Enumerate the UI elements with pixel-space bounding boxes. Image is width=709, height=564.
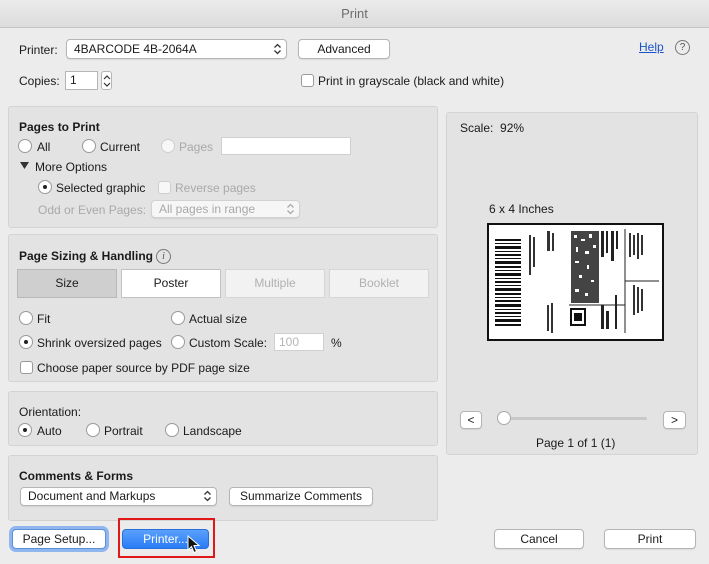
selected-graphic-label: Selected graphic [56,181,146,195]
cancel-button[interactable]: Cancel [494,529,584,549]
shrink-oversized-label: Shrink oversized pages [37,336,162,350]
pages-range-input[interactable] [221,137,351,155]
odd-even-select[interactable]: All pages in range [151,200,300,218]
stepper-arrows-icon [103,75,111,87]
tab-poster-label: Poster [153,276,189,290]
next-page-button[interactable]: > [663,411,686,429]
tab-size-label: Size [55,276,79,290]
orientation-auto-label: Auto [37,424,62,438]
custom-scale-label: Custom Scale: [189,336,268,350]
pages-to-print-title: Pages to Print [19,120,100,134]
orientation-landscape-label: Landscape [183,424,242,438]
page-setup-label: Page Setup... [22,532,96,546]
print-button-label: Print [637,532,663,546]
pages-current-label: Current [100,140,141,154]
help-link[interactable]: Help [639,40,664,54]
summarize-comments-button[interactable]: Summarize Comments [229,487,373,506]
odd-even-label: Odd or Even Pages: [38,203,147,217]
paper-source-label: Choose paper source by PDF page size [37,361,250,375]
pages-range-radio[interactable] [161,139,175,153]
advanced-button[interactable]: Advanced [298,39,390,59]
comments-forms-value: Document and Markups [28,489,156,503]
next-page-glyph: > [670,413,678,427]
paper-source-checkbox[interactable] [20,361,33,374]
tab-booklet-label: Booklet [358,276,400,290]
more-options-label[interactable]: More Options [35,160,107,174]
comments-forms-select[interactable]: Document and Markups [20,487,217,506]
help-question-icon[interactable]: ? [675,40,690,55]
scale-label: Scale: 92% [460,121,524,135]
odd-even-value: All pages in range [159,202,256,216]
window-title: Print [341,6,368,21]
scale-label-text: Scale: [460,121,494,135]
copies-stepper[interactable] [101,71,112,90]
page-setup-button[interactable]: Page Setup... [12,529,106,549]
shrink-oversized-radio[interactable] [19,335,33,349]
pages-range-label: Pages [179,140,214,154]
advanced-button-label: Advanced [317,42,371,56]
page-slider-track[interactable] [502,417,647,420]
select-arrows-icon [287,203,294,215]
info-glyph: i [162,251,165,262]
select-arrows-icon [204,490,211,502]
page-slider-handle[interactable] [497,411,511,425]
tab-multiple[interactable]: Multiple [225,269,325,298]
mouse-cursor-icon [187,535,201,554]
comments-forms-title: Comments & Forms [19,469,134,483]
reverse-pages-label: Reverse pages [175,181,256,195]
copies-value: 1 [70,73,77,87]
prev-page-glyph: < [467,413,475,427]
page-indicator: Page 1 of 1 (1) [536,436,616,450]
orientation-label: Orientation: [19,405,82,419]
orientation-portrait-radio[interactable] [86,423,100,437]
printer-label: Printer: [19,43,58,57]
orientation-landscape-radio[interactable] [165,423,179,437]
page-sizing-title: Page Sizing & Handling [19,249,154,263]
page-preview-thumbnail [487,223,664,341]
info-icon[interactable]: i [156,249,171,264]
grayscale-label: Print in grayscale (black and white) [318,74,505,88]
disclosure-triangle-icon[interactable] [20,162,29,170]
copies-label: Copies: [19,74,60,88]
orientation-portrait-label: Portrait [104,424,143,438]
custom-scale-radio[interactable] [171,335,185,349]
copies-input[interactable]: 1 [65,71,98,90]
window-titlebar: Print [0,0,709,28]
percent-label: % [331,336,342,350]
pages-all-radio[interactable] [18,139,32,153]
printer-button-label: Printer... [143,532,188,546]
summarize-comments-label: Summarize Comments [239,489,363,503]
tab-booklet[interactable]: Booklet [329,269,429,298]
print-button[interactable]: Print [604,529,696,549]
select-arrows-icon [274,43,281,55]
actual-size-radio[interactable] [171,311,185,325]
grayscale-checkbox[interactable] [301,74,314,87]
printer-select[interactable]: 4BARCODE 4B-2064A [66,39,287,59]
prev-page-button[interactable]: < [460,411,482,429]
custom-scale-value: 100 [279,335,300,349]
orientation-auto-radio[interactable] [18,423,32,437]
scale-value: 92% [500,121,525,135]
cancel-button-label: Cancel [520,532,558,546]
tab-poster[interactable]: Poster [121,269,221,298]
printer-select-value: 4BARCODE 4B-2064A [74,42,197,56]
help-question-glyph: ? [679,42,686,53]
reverse-pages-checkbox[interactable] [158,181,171,194]
pages-current-radio[interactable] [82,139,96,153]
paper-size-label: 6 x 4 Inches [489,202,554,216]
tab-size[interactable]: Size [17,269,117,298]
pages-all-label: All [37,140,51,154]
shipping-label-preview-image [495,229,659,333]
fit-label: Fit [37,312,51,326]
tab-multiple-label: Multiple [254,276,296,290]
actual-size-label: Actual size [189,312,248,326]
selected-graphic-radio[interactable] [38,180,52,194]
fit-radio[interactable] [19,311,33,325]
custom-scale-input[interactable]: 100 [274,333,324,351]
